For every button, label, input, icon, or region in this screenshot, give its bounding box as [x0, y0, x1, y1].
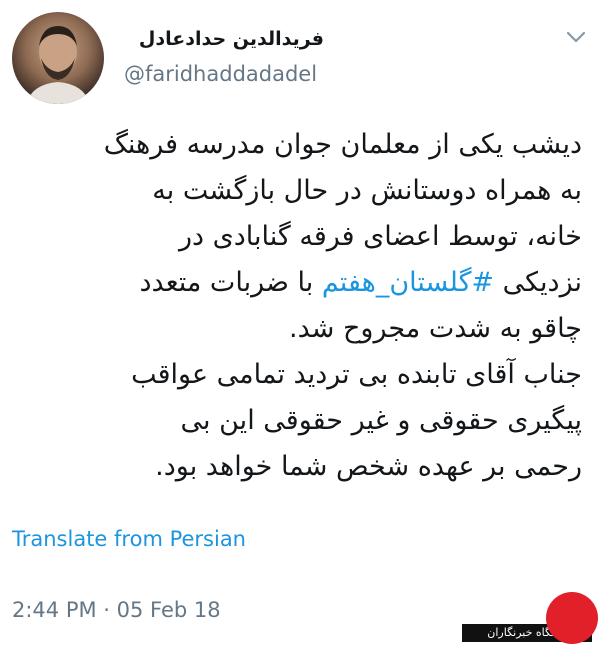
- tweet-timestamp[interactable]: 2:44 PM · 05 Feb 18: [12, 598, 221, 622]
- watermark-logo: باشگاه خبرنگاران: [462, 588, 598, 644]
- tweet-text-segment: نزدیکی: [494, 267, 582, 298]
- tweet-line: پیگیری حقوقی و غیر حقوقی این بی: [180, 405, 582, 436]
- tweet-line-with-hashtag: نزدیکی #گلستان_هفتم با ضربات متعدد: [10, 260, 582, 306]
- watermark-emblem-icon: [546, 592, 598, 644]
- tweet-line: رحمی بر عهده شخص شما خواهد بود.: [155, 451, 582, 482]
- author-handle[interactable]: @faridhaddadadel: [124, 62, 317, 86]
- avatar[interactable]: [12, 12, 104, 104]
- tweet-line: خانه، توسط اعضای فرقه گنابادی در: [178, 221, 582, 252]
- tweet-text: دیشب یکی از معلمان جوان مدرسه فرهنگ به ه…: [10, 122, 582, 490]
- avatar-portrait: [26, 26, 90, 104]
- tweet-text-segment: با ضربات متعدد: [139, 267, 322, 298]
- translate-link[interactable]: Translate from Persian: [12, 527, 246, 551]
- tweet-line: جناب آقای تابنده بی تردید تمامی عواقب: [131, 359, 582, 390]
- hashtag-link[interactable]: #گلستان_هفتم: [322, 267, 494, 298]
- tweet-card: فریدالدین حدادعادل @faridhaddadadel دیشب…: [0, 0, 600, 645]
- tweet-line: به همراه دوستانش در حال بازگشت به: [152, 175, 582, 206]
- chevron-down-icon[interactable]: [565, 28, 587, 46]
- tweet-line: دیشب یکی از معلمان جوان مدرسه فرهنگ: [103, 129, 582, 160]
- author-display-name[interactable]: فریدالدین حدادعادل: [124, 28, 324, 50]
- tweet-line: چاقو به شدت مجروح شد.: [289, 313, 582, 344]
